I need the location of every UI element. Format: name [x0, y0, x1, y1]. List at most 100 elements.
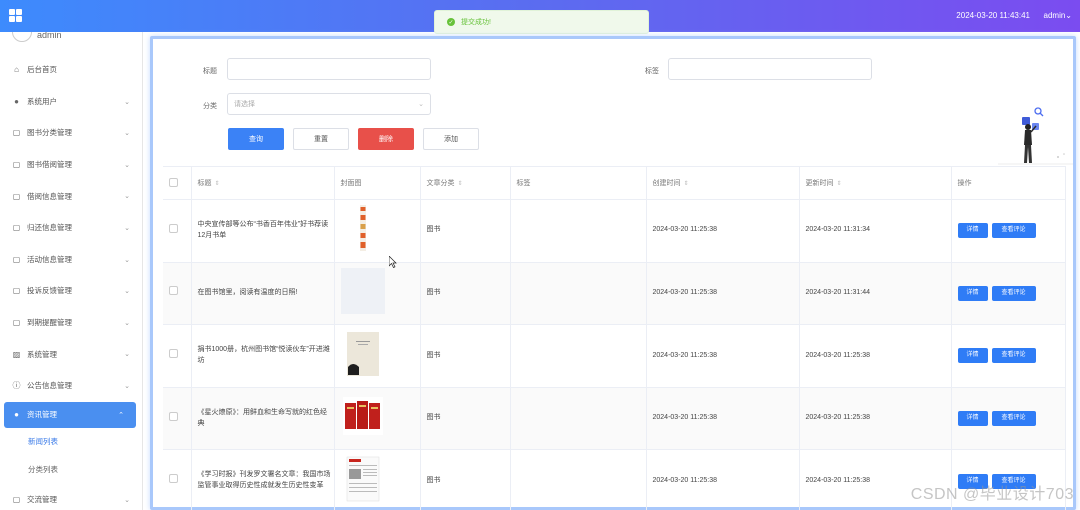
header-label: 文章分类 — [426, 180, 455, 187]
sidebar-item-book-category[interactable]: ▢ 图书分类管理 ⌄ — [0, 117, 142, 149]
sidebar-item-activity[interactable]: ▢ 活动信息管理 ⌄ — [0, 244, 142, 276]
view-comments-button[interactable]: 查看评论 — [991, 411, 1036, 427]
title-filter-input[interactable] — [227, 58, 431, 80]
delete-button[interactable]: 删除 — [358, 128, 414, 150]
sidebar-item-label: 借阅信息管理 — [27, 191, 72, 201]
column-header-tag: 标签 — [510, 166, 647, 200]
location-icon: ● — [14, 410, 19, 420]
doc-icon: ▢ — [12, 318, 21, 328]
sidebar-item-label: 到期提醒管理 — [27, 318, 72, 328]
tag-cell — [510, 449, 647, 510]
cover-image — [359, 205, 366, 252]
user-icon: ● — [14, 96, 19, 106]
mouse-cursor-icon — [389, 256, 397, 268]
detail-button[interactable]: 详情 — [957, 411, 988, 427]
category-cell: 图书 — [420, 199, 511, 263]
row-select-cell — [163, 387, 192, 451]
tag-filter-input[interactable] — [668, 58, 872, 80]
row-checkbox[interactable] — [169, 411, 178, 421]
actions-cell: 详情 查看评论 — [951, 262, 1066, 326]
row-checkbox[interactable] — [169, 223, 178, 233]
created-cell: 2024-03-20 11:25:38 — [646, 262, 800, 326]
detail-button[interactable]: 详情 — [957, 223, 988, 239]
category-filter-label: 分类 — [203, 103, 217, 110]
category-select-placeholder: 请选择 — [234, 101, 255, 108]
user-name: admin — [1043, 11, 1066, 20]
chevron-down-icon: ⌄ — [124, 256, 130, 264]
chevron-down-icon: ⌄ — [1065, 11, 1072, 20]
category-select[interactable]: 请选择 ⌄ — [227, 93, 431, 115]
view-comments-button[interactable]: 查看评论 — [991, 285, 1036, 301]
row-checkbox[interactable] — [169, 349, 178, 359]
header-label: 更新时间 — [805, 180, 834, 187]
header-label: 操作 — [957, 180, 972, 187]
cover-image — [342, 397, 383, 436]
select-all-checkbox[interactable] — [169, 177, 178, 187]
chevron-down-icon: ⌄ — [124, 193, 130, 201]
detail-button[interactable]: 详情 — [957, 285, 988, 301]
row-checkbox[interactable] — [169, 474, 178, 484]
sidebar-item-news[interactable]: ● 资讯管理 ⌃ — [4, 401, 136, 428]
doc-icon: ▢ — [12, 494, 21, 504]
chevron-down-icon: ⌄ — [124, 319, 130, 327]
sort-icon[interactable]: ⇕ — [837, 181, 842, 187]
header-label: 标题 — [197, 180, 212, 187]
table-row: 《星火燎原》：用鲜血和生命写就的红色经典 图书 2024-03-20 11:25… — [163, 387, 1066, 451]
add-button[interactable]: 添加 — [423, 128, 479, 150]
created-cell: 2024-03-20 11:25:38 — [646, 449, 800, 510]
sidebar-item-announcements[interactable]: ⓘ 公告信息管理 ⌄ — [0, 370, 142, 402]
column-header-updated[interactable]: 更新时间 ⇕ — [799, 166, 952, 200]
tag-cell — [510, 199, 647, 263]
sidebar-item-label: 交流管理 — [27, 494, 57, 504]
column-header-actions: 操作 — [951, 166, 1066, 200]
column-header-created[interactable]: 创建时间 ⇕ — [646, 166, 800, 200]
table-row: 捐书1000册，杭州图书馆“悦读伙车”开进潍坊 图书 2024-03-20 11… — [163, 324, 1066, 388]
query-button[interactable]: 查询 — [228, 128, 284, 150]
sidebar-item-complaints[interactable]: ▢ 投诉反馈管理 ⌄ — [0, 275, 142, 307]
sort-icon[interactable]: ⇕ — [458, 181, 463, 187]
header-label: 标签 — [516, 180, 531, 187]
sidebar-item-label: 后台首页 — [27, 65, 57, 75]
sidebar-item-book-borrow[interactable]: ▢ 图书借阅管理 ⌄ — [0, 149, 142, 181]
doc-icon: ▢ — [12, 128, 21, 138]
sidebar-item-due-reminder[interactable]: ▢ 到期提醒管理 ⌄ — [0, 307, 142, 339]
reset-button[interactable]: 重置 — [293, 128, 349, 150]
detail-button[interactable]: 详情 — [957, 348, 988, 364]
created-cell: 2024-03-20 11:25:38 — [646, 387, 800, 451]
header-label: 封面图 — [340, 180, 362, 187]
success-toast: ✓ 提交成功! — [434, 10, 649, 34]
sidebar: admin ⌂ 后台首页 ● 系统用户 ⌄ ▢ 图书分类管理 ⌄ ▢ 图书借阅管理 ⌄ ▢ 借阅… — [0, 32, 143, 510]
sidebar-item-system[interactable]: ▨ 系统管理 ⌄ — [0, 338, 142, 370]
doc-icon: ▢ — [12, 223, 21, 233]
sort-icon[interactable]: ⇕ — [215, 181, 220, 187]
column-header-category[interactable]: 文章分类 ⇕ — [420, 166, 511, 200]
sidebar-item-borrow-info[interactable]: ▢ 借阅信息管理 ⌄ — [0, 180, 142, 212]
chevron-down-icon: ⌄ — [124, 496, 130, 504]
view-comments-button[interactable]: 查看评论 — [991, 223, 1036, 239]
row-checkbox[interactable] — [169, 286, 178, 296]
grid-menu-icon[interactable] — [9, 9, 22, 22]
table-row: 在图书馆里，阅读有温度的日照! 图书 2024-03-20 11:25:38 2… — [163, 262, 1066, 326]
sidebar-subitem-category-list[interactable]: 分类列表 — [0, 456, 142, 484]
header-label: 创建时间 — [652, 180, 681, 187]
cover-image — [346, 456, 379, 501]
chevron-down-icon: ⌄ — [124, 130, 130, 138]
sort-icon[interactable]: ⇕ — [684, 181, 689, 187]
column-header-title[interactable]: 标题 ⇕ — [191, 166, 335, 200]
row-select-cell — [163, 324, 192, 388]
doc-icon: ▢ — [12, 254, 21, 264]
cover-cell — [334, 262, 421, 326]
avatar — [12, 32, 32, 42]
sidebar-subitem-news-list[interactable]: 新闻列表 — [0, 428, 142, 456]
home-icon: ⌂ — [14, 65, 19, 75]
category-cell: 图书 — [420, 387, 511, 451]
tag-cell — [510, 324, 647, 388]
user-profile: admin — [0, 32, 142, 54]
updated-cell: 2024-03-20 11:25:38 — [799, 324, 952, 388]
sidebar-item-return-info[interactable]: ▢ 归还信息管理 ⌄ — [0, 212, 142, 244]
sidebar-item-exchange[interactable]: ▢ 交流管理 ⌄ — [0, 484, 142, 510]
sidebar-item-users[interactable]: ● 系统用户 ⌄ — [0, 86, 142, 118]
sidebar-item-home[interactable]: ⌂ 后台首页 — [0, 54, 142, 86]
view-comments-button[interactable]: 查看评论 — [991, 348, 1036, 364]
user-menu[interactable]: admin⌄ — [1044, 11, 1073, 20]
